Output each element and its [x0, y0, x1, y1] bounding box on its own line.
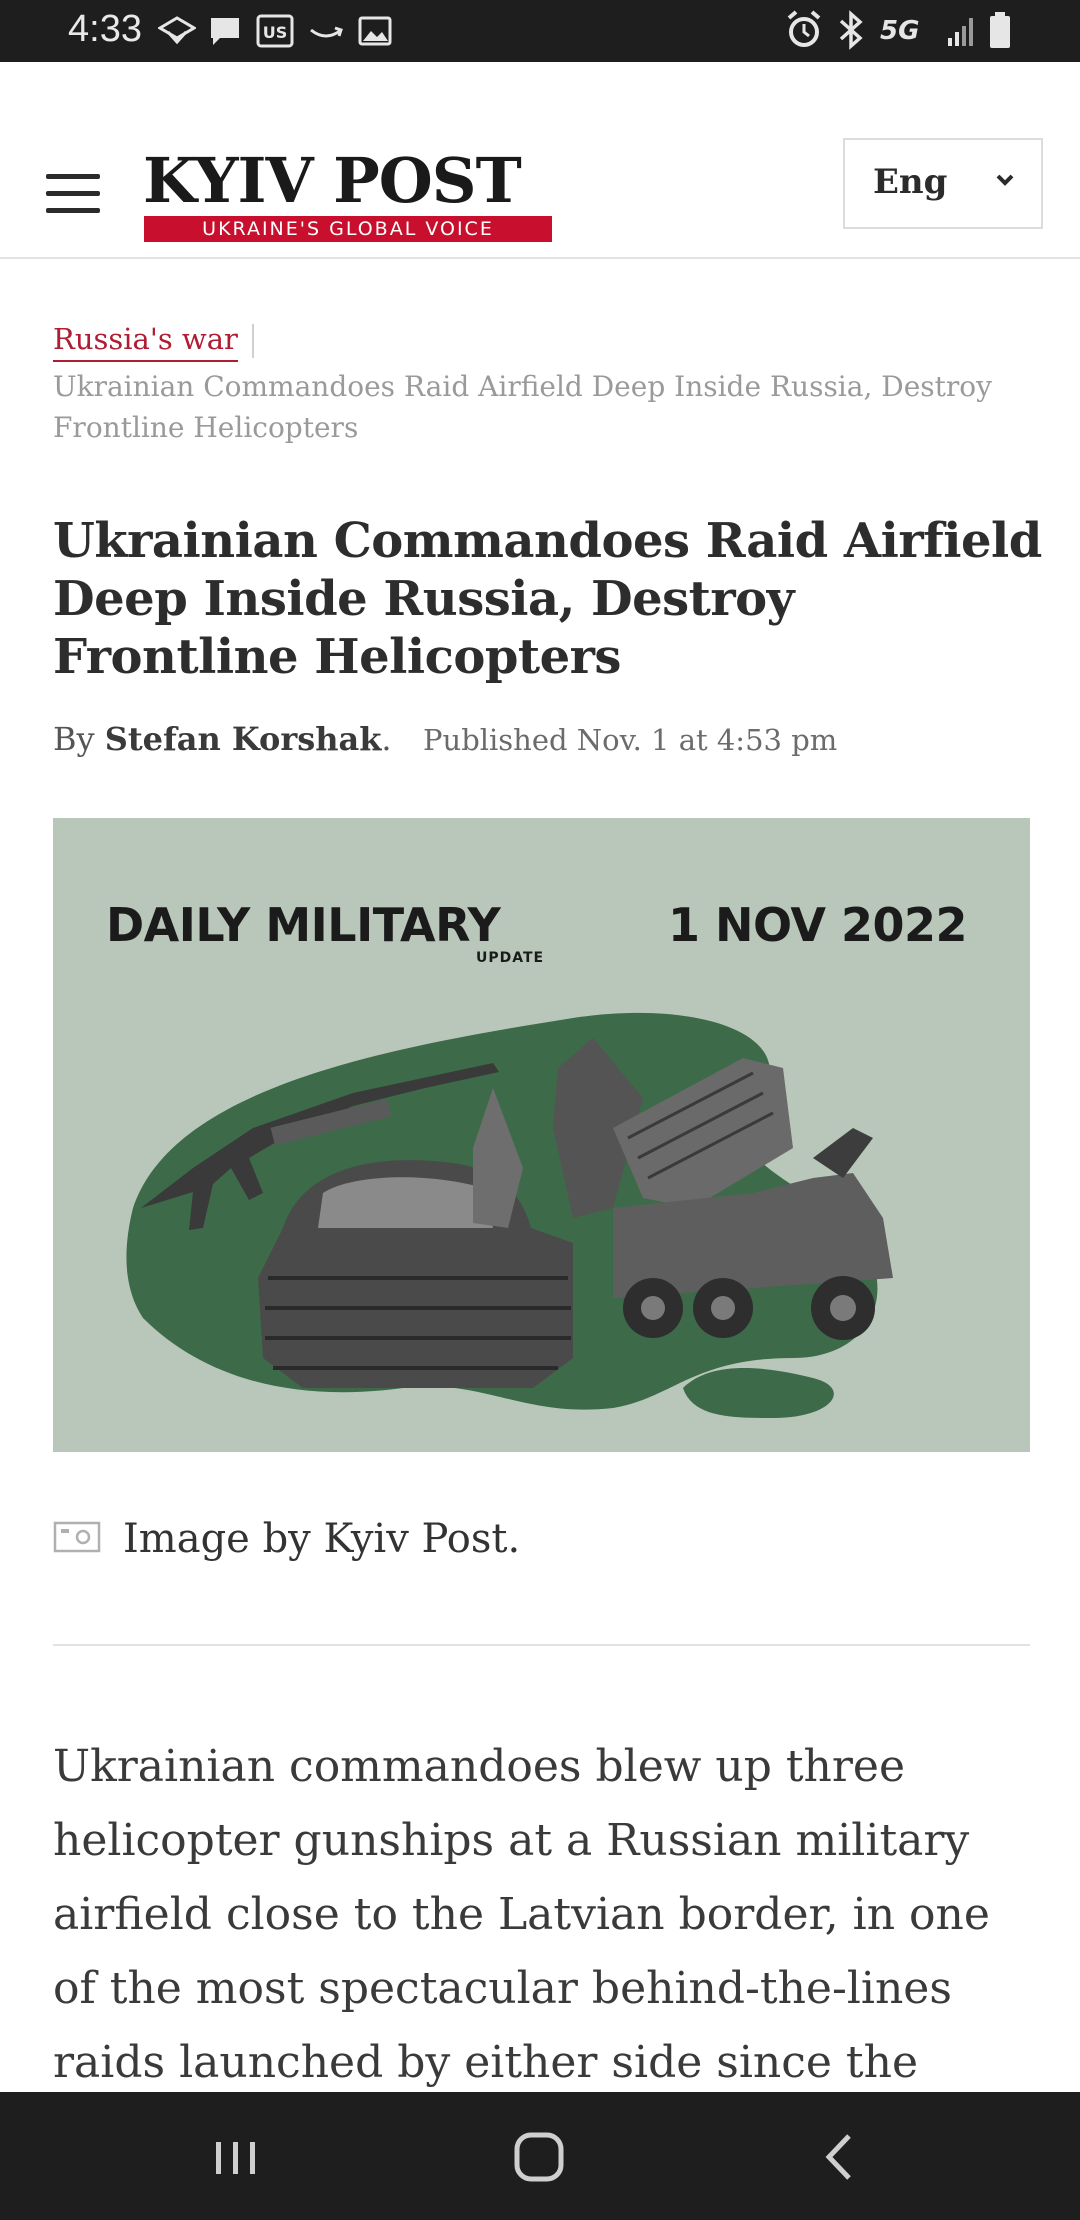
recent-apps-icon[interactable]: [196, 2122, 276, 2192]
article-body-paragraph: Ukrainian commandoes blew up three helic…: [53, 1741, 990, 2088]
article-body-viewport: Ukrainian commandoes blew up three helic…: [0, 0, 1080, 2092]
back-icon[interactable]: [801, 2122, 881, 2192]
system-navigation-bar: [0, 2092, 1080, 2220]
home-icon[interactable]: [499, 2122, 579, 2192]
